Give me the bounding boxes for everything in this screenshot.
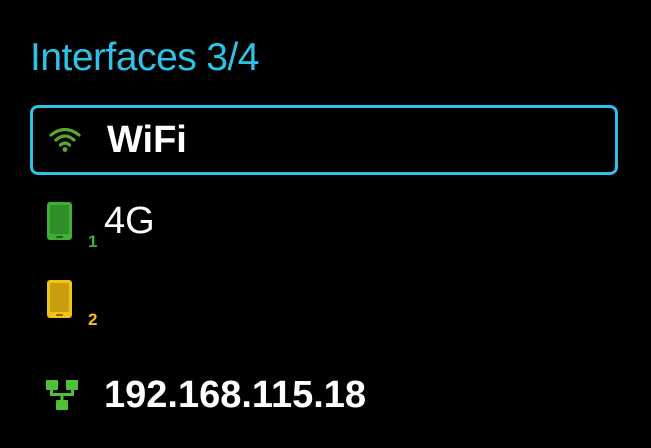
interface-label-4g: 4G xyxy=(104,200,155,242)
wifi-icon xyxy=(47,119,83,161)
interface-item-ethernet[interactable]: 192.168.115.18 xyxy=(30,360,618,430)
interface-label-wifi: WiFi xyxy=(107,119,187,161)
sim-index-2: 2 xyxy=(88,310,98,329)
interface-label-ip: 192.168.115.18 xyxy=(104,374,367,416)
interface-item-wifi[interactable]: WiFi xyxy=(30,105,618,175)
interfaces-screen: Interfaces 3/4 WiFi 1 4G 2 192.168.115.1… xyxy=(0,0,651,448)
interface-item-mobile-2[interactable]: 2 xyxy=(30,264,618,334)
page-title: Interfaces 3/4 xyxy=(30,38,259,77)
interface-counter: 3/4 xyxy=(206,36,259,79)
mobile-sim2-icon xyxy=(44,278,80,320)
sim-index-1: 1 xyxy=(88,232,98,251)
interface-item-mobile-1[interactable]: 1 4G xyxy=(30,186,618,256)
ethernet-icon xyxy=(44,374,80,416)
title-text: Interfaces xyxy=(30,36,197,79)
mobile-sim1-icon xyxy=(44,200,80,242)
